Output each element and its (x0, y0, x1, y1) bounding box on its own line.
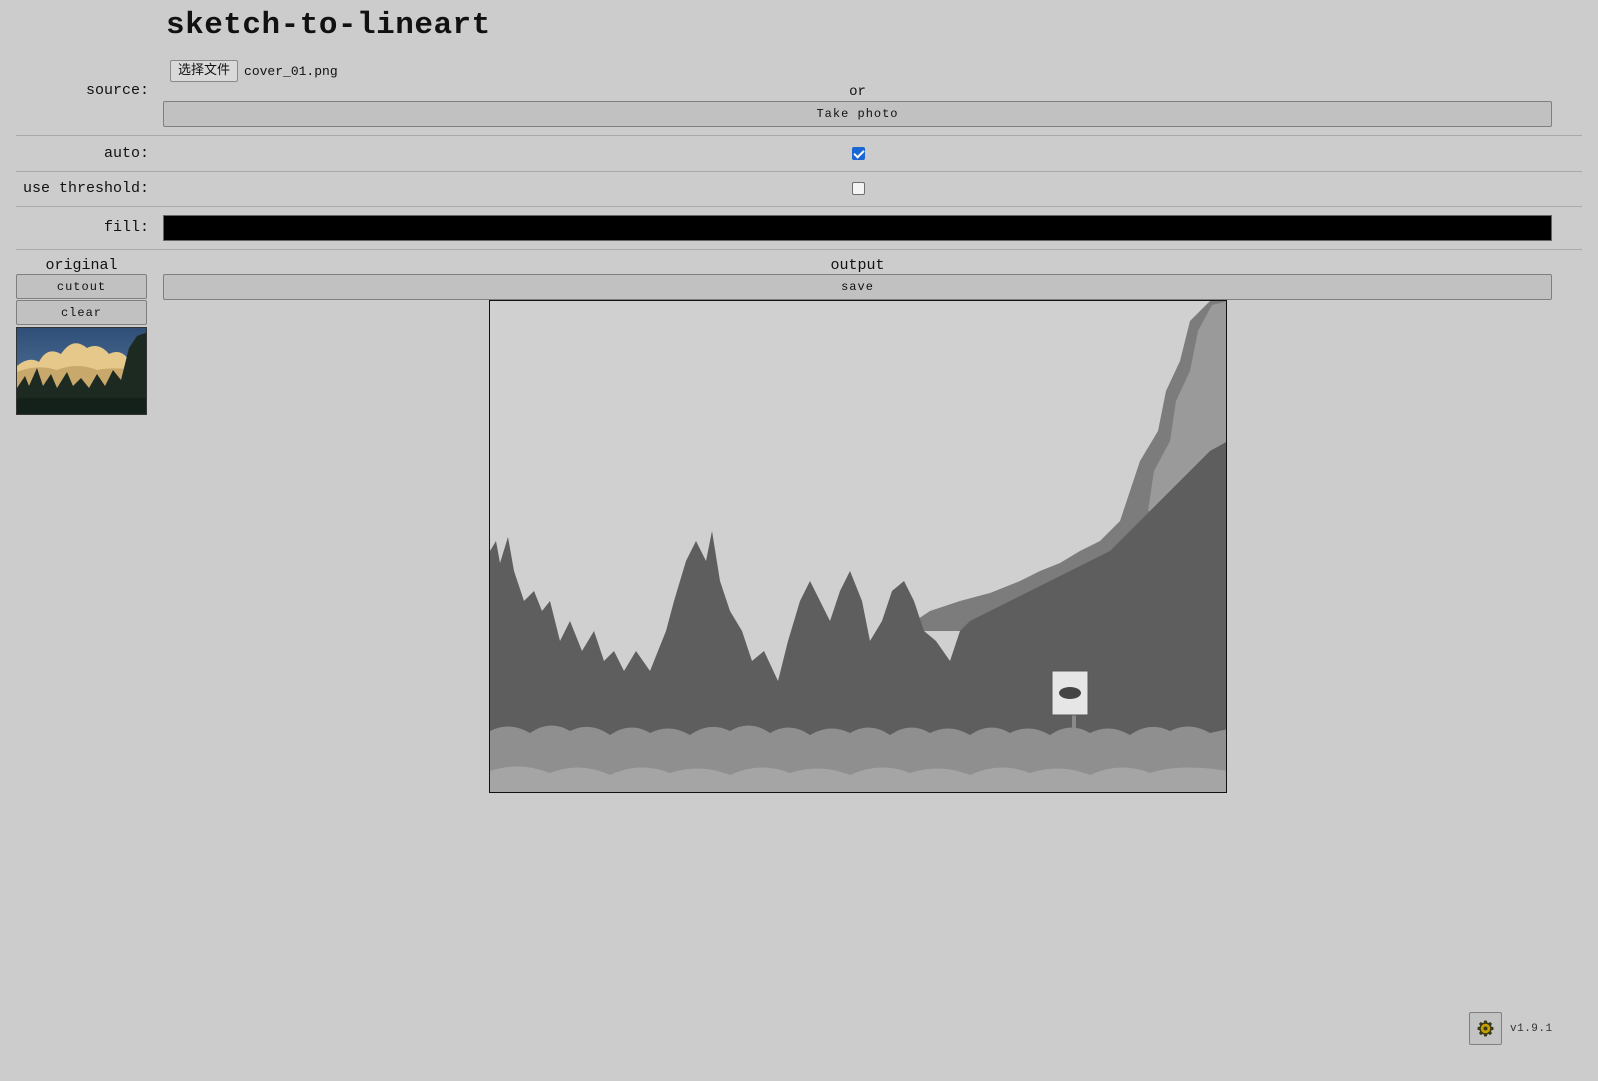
fill-color-picker[interactable] (163, 215, 1552, 241)
clear-button[interactable]: clear (16, 300, 147, 325)
gear-icon (1477, 1020, 1494, 1037)
selected-file-name: cover_01.png (244, 63, 338, 79)
auto-label: auto: (103, 145, 149, 162)
divider (16, 249, 1582, 250)
original-image (17, 328, 146, 414)
app-title: sketch-to-lineart (166, 8, 491, 43)
source-label: source: (85, 82, 149, 99)
divider (16, 171, 1582, 172)
original-heading: original (45, 257, 118, 274)
save-button[interactable]: save (163, 274, 1552, 300)
settings-button[interactable] (1469, 1012, 1502, 1045)
choose-file-button[interactable]: 选择文件 (170, 60, 239, 82)
fill-label: fill: (103, 219, 149, 236)
or-separator: or (849, 84, 866, 100)
cutout-button[interactable]: cutout (16, 274, 147, 299)
original-image-thumbnail[interactable] (16, 327, 147, 415)
divider (16, 135, 1582, 136)
output-canvas[interactable] (489, 300, 1227, 793)
take-photo-button[interactable]: Take photo (163, 101, 1552, 127)
file-picker: 选择文件 cover_01.png (170, 60, 338, 82)
output-heading: output (830, 257, 885, 274)
version-label: v1.9.1 (1510, 1023, 1553, 1035)
divider (16, 206, 1582, 207)
use-threshold-checkbox[interactable] (852, 182, 865, 195)
output-lineart-image (490, 301, 1226, 792)
use-threshold-label: use threshold: (22, 180, 149, 197)
auto-checkbox[interactable] (852, 147, 865, 160)
